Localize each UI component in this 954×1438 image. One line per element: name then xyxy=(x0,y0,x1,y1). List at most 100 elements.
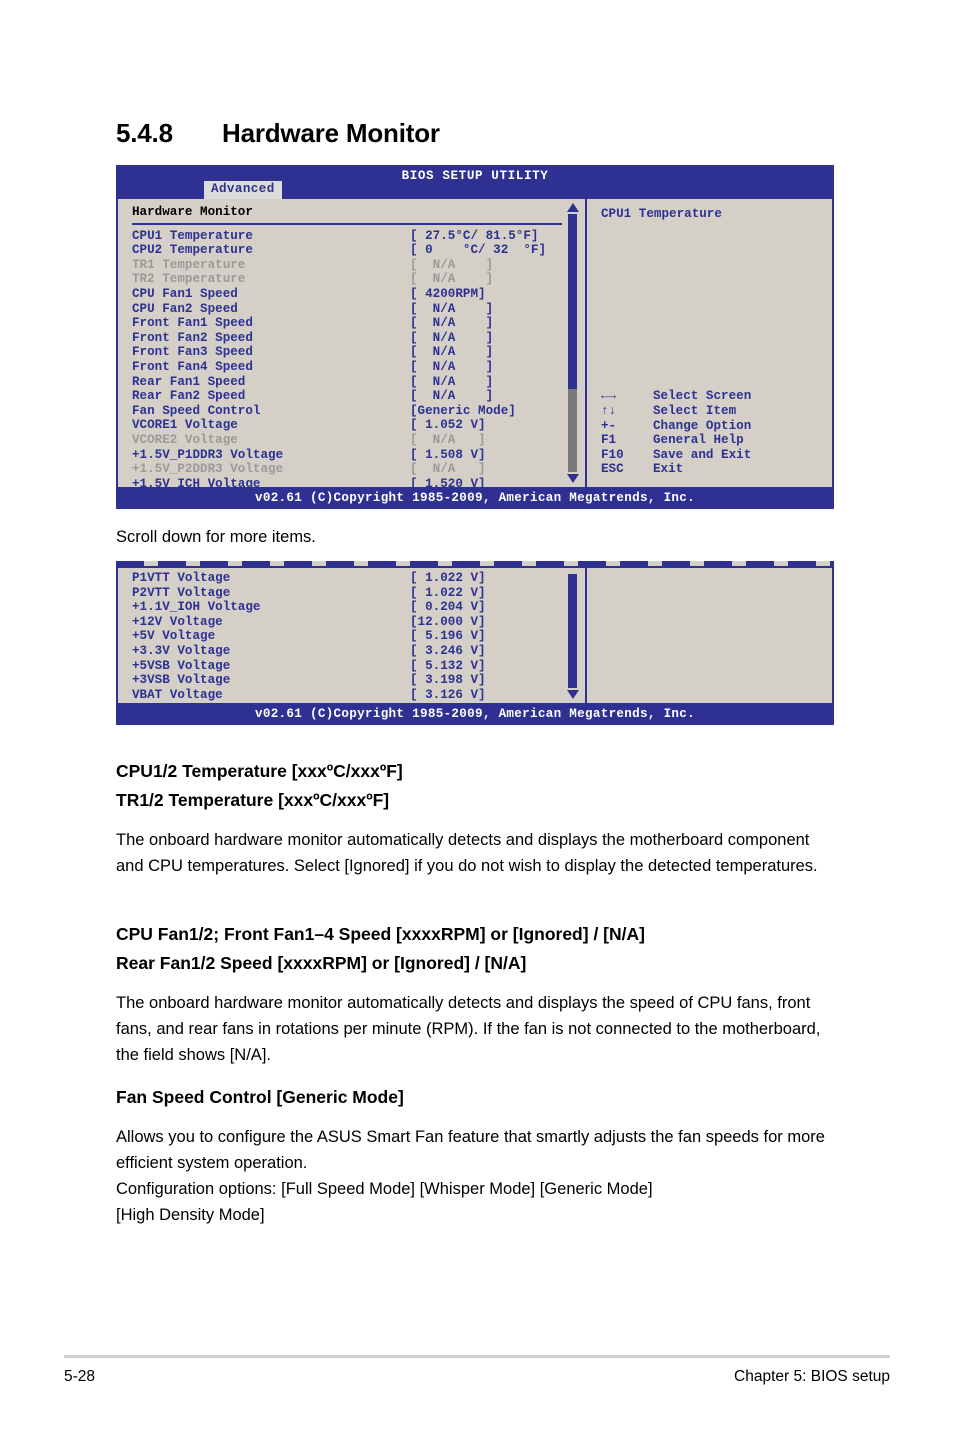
scrollbar-thumb[interactable] xyxy=(568,214,577,390)
settings-row[interactable]: +1.5V_P1DDR3 Voltage [ 1.508 V] xyxy=(132,448,585,463)
bios-tab-row: Advanced xyxy=(204,181,282,199)
scrollbar-track[interactable] xyxy=(568,214,577,472)
settings-row: TR2 Temperature [ N/A ] xyxy=(132,272,585,287)
setting-value[interactable]: [ 5.132 V] xyxy=(410,659,486,674)
settings-row[interactable]: +5V Voltage [ 5.196 V] xyxy=(132,629,585,644)
settings-row[interactable]: P2VTT Voltage [ 1.022 V] xyxy=(132,586,585,601)
settings-row[interactable]: Front Fan1 Speed [ N/A ] xyxy=(132,316,585,331)
setting-value[interactable]: [ 4200RPM] xyxy=(410,287,486,302)
bios-body-top: Hardware Monitor CPU1 Temperature [ 27.5°… xyxy=(116,199,834,492)
settings-row[interactable]: CPU Fan2 Speed [ N/A ] xyxy=(132,302,585,317)
setting-value[interactable]: [ 3.198 V] xyxy=(410,673,486,688)
page-title: 5.4.8 Hardware Monitor xyxy=(116,118,836,149)
settings-row[interactable]: P1VTT Voltage [ 1.022 V] xyxy=(132,571,585,586)
section-fan-control: Fan Speed Control [Generic Mode] Allows … xyxy=(116,1083,838,1228)
bios-title-bar: BIOS SETUP UTILITY Advanced xyxy=(116,165,834,199)
setting-value[interactable]: [ N/A ] xyxy=(410,360,493,375)
scrollbar-track[interactable] xyxy=(568,574,577,688)
tab-advanced[interactable]: Advanced xyxy=(204,181,282,199)
setting-label: +5V Voltage xyxy=(132,629,216,644)
help-title: CPU1 Temperature xyxy=(601,207,722,221)
temperature-heading-1: CPU1/2 Temperature [xxxºC/xxxºF] xyxy=(116,761,403,781)
scroll-down-arrow-icon[interactable] xyxy=(566,474,579,483)
setting-value[interactable]: [ N/A ] xyxy=(410,316,493,331)
setting-value[interactable]: [ 1.520 V] xyxy=(410,477,486,492)
key-legend-desc: General Help xyxy=(653,433,744,448)
setting-value[interactable]: [ 1.022 V] xyxy=(410,586,486,601)
key-legend-row: ←→ Select Screen xyxy=(601,389,751,404)
bios-screenshot-top: BIOS SETUP UTILITY Advanced Hardware Mon… xyxy=(116,165,834,509)
scrollbar-thumb[interactable] xyxy=(568,574,577,688)
fan-speed-heading-1: CPU Fan1/2; Front Fan1–4 Speed [xxxxRPM]… xyxy=(116,924,645,944)
setting-label: CPU Fan2 Speed xyxy=(132,301,238,316)
settings-row[interactable]: +1.5V_ICH Voltage [ 1.520 V] xyxy=(132,477,585,492)
settings-row[interactable]: +3.3V Voltage [ 3.246 V] xyxy=(132,644,585,659)
settings-row[interactable]: Rear Fan1 Speed [ N/A ] xyxy=(132,375,585,390)
setting-value[interactable]: [ N/A ] xyxy=(410,375,493,390)
footer-page-number: 5-28 xyxy=(64,1368,96,1385)
settings-row[interactable]: +5VSB Voltage [ 5.132 V] xyxy=(132,659,585,674)
fan-speed-body: The onboard hardware monitor automatical… xyxy=(116,994,821,1064)
setting-value[interactable]: [ N/A ] xyxy=(410,345,493,360)
setting-value[interactable]: [ 5.196 V] xyxy=(410,629,486,644)
scroll-up-arrow-icon[interactable] xyxy=(566,203,579,212)
setting-value[interactable]: [ 1.052 V] xyxy=(410,418,486,433)
key-legend: ←→ Select Screen ↑↓ Select Item +- Change Opt… xyxy=(601,389,751,477)
setting-label: Front Fan4 Speed xyxy=(132,359,253,374)
setting-value[interactable]: [ 3.246 V] xyxy=(410,644,486,659)
setting-value[interactable]: [Generic Mode] xyxy=(410,404,516,419)
setting-label: CPU Fan1 Speed xyxy=(132,286,238,301)
settings-row[interactable]: +1.1V_IOH Voltage [ 0.204 V] xyxy=(132,600,585,615)
setting-label: TR2 Temperature xyxy=(132,272,246,287)
setting-label: VBAT Voltage xyxy=(132,687,223,702)
settings-row[interactable]: CPU2 Temperature [ 0 °C/ 32 °F] xyxy=(132,243,585,258)
setting-value[interactable]: [ 0 °C/ 32 °F] xyxy=(410,243,546,258)
setting-value[interactable]: [ N/A ] xyxy=(410,302,493,317)
setting-value[interactable]: [ 27.5°C/ 81.5°F] xyxy=(410,229,538,244)
setting-label: +1.5V_P2DDR3 Voltage xyxy=(132,462,284,477)
settings-row[interactable]: VBAT Voltage [ 3.126 V] xyxy=(132,688,585,703)
key-legend-desc: Save and Exit xyxy=(653,447,752,462)
setting-value[interactable]: [ 1.508 V] xyxy=(410,448,486,463)
scrollbar-top[interactable] xyxy=(566,203,579,483)
settings-row[interactable]: CPU1 Temperature [ 27.5°C/ 81.5°F] xyxy=(132,229,585,244)
settings-row[interactable]: VCORE1 Voltage [ 1.052 V] xyxy=(132,418,585,433)
setting-value[interactable]: [ N/A ] xyxy=(410,389,493,404)
settings-row[interactable]: Front Fan2 Speed [ N/A ] xyxy=(132,331,585,346)
settings-row[interactable]: Rear Fan2 Speed [ N/A ] xyxy=(132,389,585,404)
fan-control-heading: Fan Speed Control [Generic Mode] xyxy=(116,1087,404,1107)
settings-row[interactable]: Fan Speed Control [Generic Mode] xyxy=(132,404,585,419)
settings-row[interactable]: Front Fan4 Speed [ N/A ] xyxy=(132,360,585,375)
setting-label: Rear Fan1 Speed xyxy=(132,374,246,389)
setting-value[interactable]: [ 3.126 V] xyxy=(410,688,486,703)
setting-value[interactable]: [ 1.022 V] xyxy=(410,571,486,586)
setting-label: Fan Speed Control xyxy=(132,403,261,418)
settings-row[interactable]: +12V Voltage [12.000 V] xyxy=(132,615,585,630)
section-temperature: CPU1/2 Temperature [xxxºC/xxxºF] TR1/2 T… xyxy=(116,757,838,879)
temperature-body: The onboard hardware monitor automatical… xyxy=(116,831,818,875)
setting-label: +1.1V_IOH Voltage xyxy=(132,600,261,615)
fan-control-options-2: [High Density Mode] xyxy=(116,1206,265,1224)
bios-copyright-bar-bottom: v02.61 (C)Copyright 1985-2009, American … xyxy=(116,705,834,725)
settings-row[interactable]: +3VSB Voltage [ 3.198 V] xyxy=(132,673,585,688)
setting-value: [ N/A ] xyxy=(410,462,486,477)
settings-row-list: CPU1 Temperature[ 27.5°C/ 81.5°F] CPU2 Te… xyxy=(132,229,585,492)
bios-copyright-bar-top: v02.61 (C)Copyright 1985-2009, American … xyxy=(116,489,834,509)
setting-value[interactable]: [ N/A ] xyxy=(410,331,493,346)
fan-control-body: Allows you to configure the ASUS Smart F… xyxy=(116,1128,825,1172)
setting-value[interactable]: [ 0.204 V] xyxy=(410,600,486,615)
setting-label: +5VSB Voltage xyxy=(132,658,231,673)
setting-label: +12V Voltage xyxy=(132,614,223,629)
setting-label: Front Fan2 Speed xyxy=(132,330,253,345)
setting-value: [ N/A ] xyxy=(410,257,494,272)
setting-label: Rear Fan2 Speed xyxy=(132,389,246,404)
setting-value[interactable]: [12.000 V] xyxy=(410,615,486,630)
scrollbar-bottom[interactable] xyxy=(566,572,579,699)
key-legend-row: ESC Exit xyxy=(601,462,751,477)
setting-value: [ N/A ] xyxy=(410,432,486,447)
key-legend-key: F10 xyxy=(601,447,624,462)
key-legend-key: F1 xyxy=(601,433,617,448)
settings-row[interactable]: Front Fan3 Speed [ N/A ] xyxy=(132,345,585,360)
scroll-down-arrow-icon[interactable] xyxy=(566,690,579,699)
settings-row[interactable]: CPU Fan1 Speed [ 4200RPM] xyxy=(132,287,585,302)
